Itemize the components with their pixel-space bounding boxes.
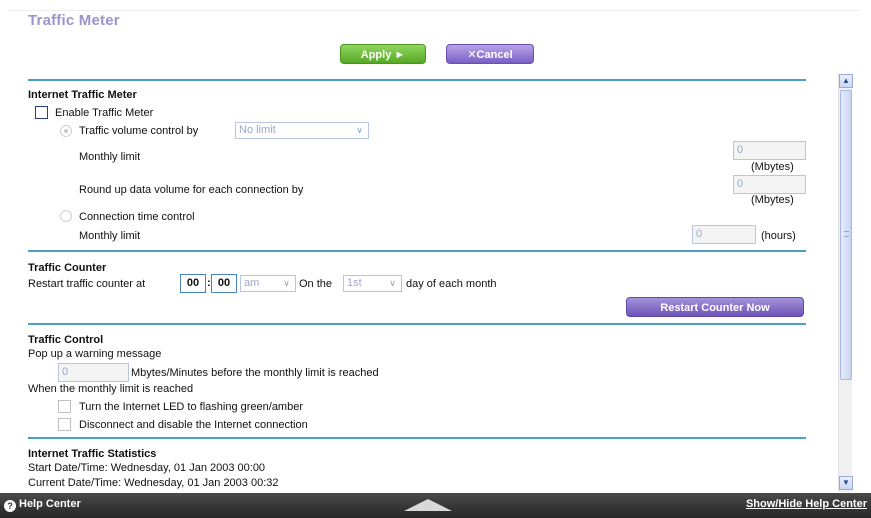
restart-counter-label: Restart traffic counter at <box>28 278 146 290</box>
popup-warning-label: Pop up a warning message <box>28 348 162 360</box>
connection-time-radio[interactable] <box>60 210 72 222</box>
led-label: Turn the Internet LED to flashing green/… <box>79 401 303 413</box>
traffic-meter-page: Traffic Meter Apply ► ✕Cancel Internet T… <box>0 0 871 518</box>
hours-unit: (hours) <box>761 230 796 242</box>
top-divider <box>10 10 860 11</box>
volume-control-value: No limit <box>239 124 276 136</box>
led-checkbox[interactable] <box>58 400 71 413</box>
day-suffix-label: day of each month <box>406 278 497 290</box>
monthly-limit-input[interactable]: 0 <box>733 141 806 160</box>
traffic-volume-radio[interactable] <box>60 125 72 137</box>
on-the-label: On the <box>299 278 333 290</box>
traffic-control-heading: Traffic Control <box>28 334 104 346</box>
monthly-limit-label: Monthly limit <box>79 151 141 163</box>
scrollbar-thumb[interactable] <box>840 90 852 380</box>
expand-arrow-icon[interactable] <box>404 499 452 511</box>
hour-input[interactable]: 00 <box>180 274 206 293</box>
round-up-label: Round up data volume for each connection… <box>79 184 304 196</box>
start-datetime: Start Date/Time: Wednesday, 01 Jan 2003 … <box>28 462 266 474</box>
scroll-up-icon[interactable]: ▲ <box>839 74 853 88</box>
restart-counter-button[interactable]: Restart Counter Now <box>626 297 804 317</box>
apply-button[interactable]: Apply ► <box>340 44 426 64</box>
minute-input[interactable]: 00 <box>211 274 237 293</box>
time-monthly-limit-input[interactable]: 0 <box>692 225 756 244</box>
connection-time-label: Connection time control <box>79 211 195 223</box>
day-value: 1st <box>347 277 362 289</box>
internet-traffic-meter-heading: Internet Traffic Meter <box>28 89 137 101</box>
when-reached-label: When the monthly limit is reached <box>28 383 194 395</box>
traffic-counter-heading: Traffic Counter <box>28 262 107 274</box>
scroll-down-icon[interactable]: ▼ <box>839 476 853 490</box>
ampm-value: am <box>244 277 260 289</box>
round-up-input[interactable]: 0 <box>733 175 806 194</box>
warning-suffix-label: Mbytes/Minutes before the monthly limit … <box>131 367 379 379</box>
monthly-limit-unit: (Mbytes) <box>751 161 794 173</box>
day-select[interactable]: 1st ∨ <box>343 275 402 292</box>
help-icon: ? <box>4 500 16 512</box>
show-hide-help-link[interactable]: Show/Hide Help Center <box>746 498 867 510</box>
ampm-select[interactable]: am ∨ <box>240 275 296 292</box>
section-divider <box>28 323 806 325</box>
help-center-link[interactable]: ? Help Center <box>4 498 81 512</box>
page-title: Traffic Meter <box>28 12 120 29</box>
help-center-label: Help Center <box>19 498 81 510</box>
chevron-down-icon: ∨ <box>389 278 396 288</box>
enable-traffic-meter-checkbox[interactable] <box>35 106 48 119</box>
warning-value-input[interactable]: 0 <box>58 363 129 382</box>
enable-traffic-meter-label: Enable Traffic Meter <box>55 107 154 119</box>
grip-icon <box>844 231 849 237</box>
section-divider <box>28 250 806 252</box>
time-monthly-limit-label: Monthly limit <box>79 230 141 242</box>
traffic-volume-label: Traffic volume control by <box>79 125 199 137</box>
statistics-heading: Internet Traffic Statistics <box>28 448 157 460</box>
disconnect-label: Disconnect and disable the Internet conn… <box>79 419 308 431</box>
cancel-button[interactable]: ✕Cancel <box>446 44 534 64</box>
chevron-down-icon: ∨ <box>283 278 290 288</box>
current-datetime: Current Date/Time: Wednesday, 01 Jan 200… <box>28 477 279 489</box>
section-divider <box>28 437 806 439</box>
round-up-unit: (Mbytes) <box>751 194 794 206</box>
section-divider <box>28 79 806 81</box>
volume-control-select[interactable]: No limit ∨ <box>235 122 369 139</box>
help-center-bar: ? Help Center Show/Hide Help Center <box>0 493 871 518</box>
chevron-down-icon: ∨ <box>356 125 363 135</box>
vertical-scrollbar[interactable]: ▲ ▼ <box>838 74 853 492</box>
disconnect-checkbox[interactable] <box>58 418 71 431</box>
